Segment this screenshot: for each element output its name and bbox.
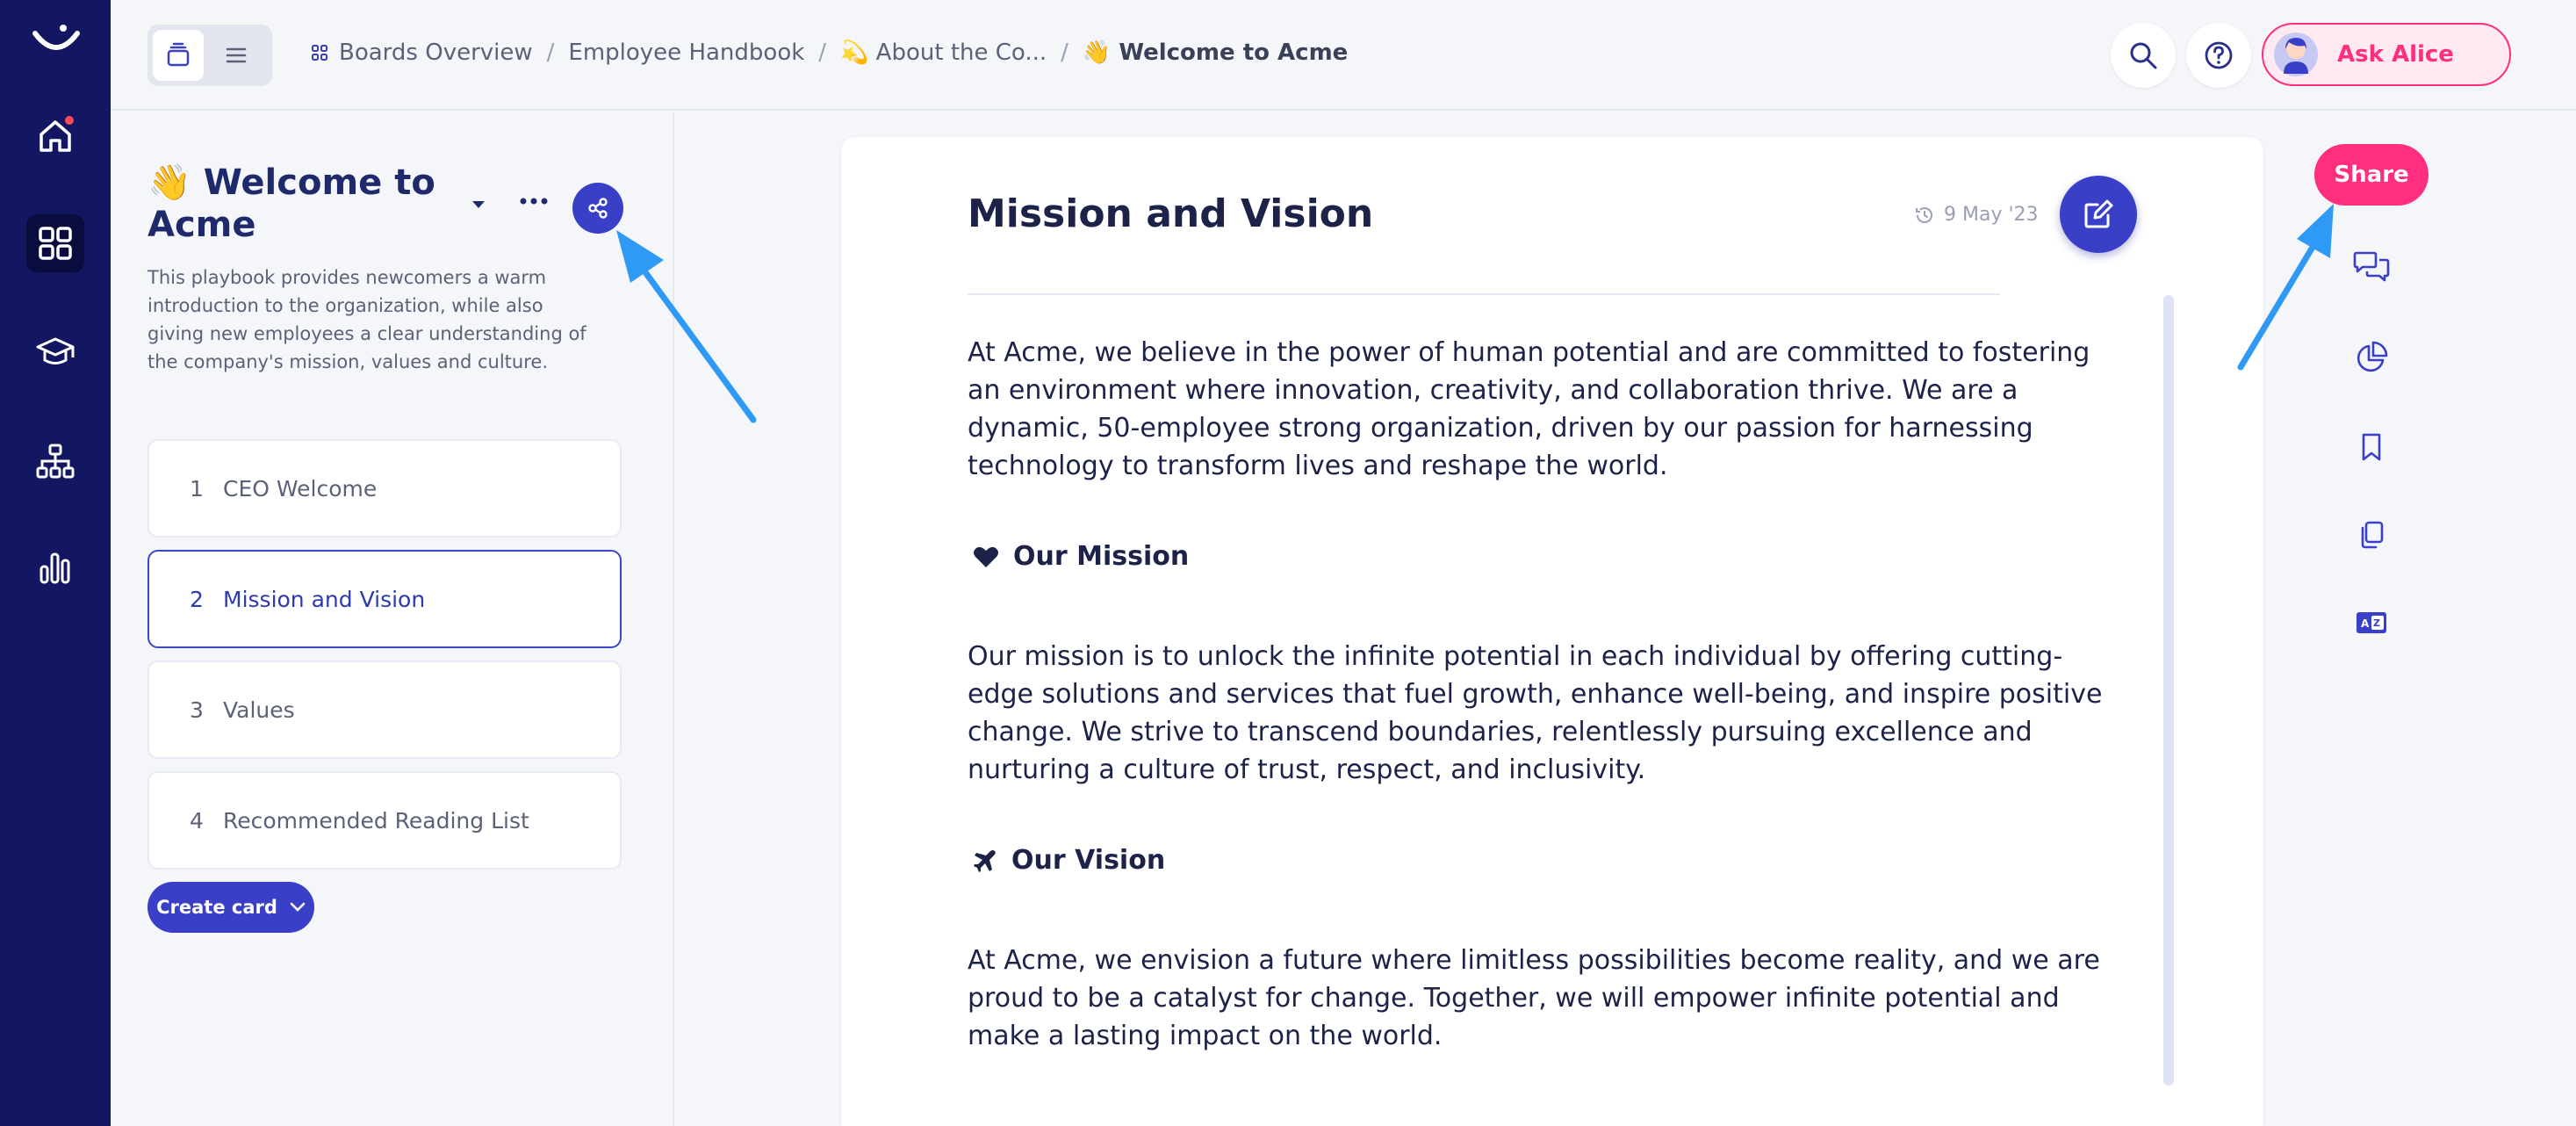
card-number: 3 bbox=[190, 697, 204, 723]
create-card-label: Create card bbox=[156, 897, 277, 918]
share-button[interactable]: Share bbox=[2314, 144, 2428, 206]
home-icon[interactable] bbox=[26, 107, 84, 165]
playbook-description: This playbook provides newcomers a warm … bbox=[148, 267, 586, 372]
top-bar: Boards Overview / Employee Handbook / 💫 … bbox=[111, 0, 2576, 111]
create-card-button[interactable]: Create card bbox=[148, 882, 314, 933]
pie-chart-icon[interactable] bbox=[2349, 336, 2393, 379]
mission-heading-label: Our Mission bbox=[1013, 541, 1190, 572]
vision-heading: Our Vision bbox=[973, 845, 1165, 876]
graduation-cap-icon[interactable] bbox=[26, 323, 84, 381]
breadcrumb-separator: / bbox=[818, 40, 827, 66]
bookmark-icon[interactable] bbox=[2349, 425, 2393, 469]
playbook-title: 👋 Welcome to Acme bbox=[148, 162, 435, 245]
share-icon[interactable] bbox=[572, 183, 623, 234]
scrollbar[interactable] bbox=[2163, 295, 2174, 1086]
plane-icon bbox=[974, 849, 996, 872]
chevron-down-icon[interactable] bbox=[465, 191, 492, 218]
playbook-sidebar: 👋 Welcome to Acme This playbook provides… bbox=[111, 112, 674, 1126]
card-item-mission-and-vision[interactable]: 2 Mission and Vision bbox=[148, 550, 622, 648]
breadcrumb-current: 👋 Welcome to Acme bbox=[1082, 40, 1349, 66]
breadcrumb-boards[interactable]: Boards Overview bbox=[311, 40, 533, 66]
card-item-values[interactable]: 3 Values bbox=[148, 660, 622, 759]
search-icon[interactable] bbox=[2111, 23, 2176, 88]
app-rail bbox=[0, 0, 111, 1126]
card-item-ceo-welcome[interactable]: 1 CEO Welcome bbox=[148, 439, 622, 538]
breadcrumb-separator: / bbox=[1061, 40, 1069, 66]
card-number: 2 bbox=[190, 586, 204, 612]
logo-icon[interactable] bbox=[32, 21, 81, 63]
card-item-recommended-reading[interactable]: 4 Recommended Reading List bbox=[148, 771, 622, 870]
help-icon[interactable] bbox=[2186, 23, 2251, 88]
document-date: 9 May '23 bbox=[1914, 204, 2039, 226]
breadcrumb-about[interactable]: 💫 About the Co... bbox=[840, 40, 1047, 66]
card-number: 4 bbox=[190, 807, 204, 834]
ask-alice-label: Ask Alice bbox=[2337, 41, 2454, 68]
history-icon bbox=[1916, 206, 1932, 223]
document-title: Mission and Vision bbox=[968, 191, 1374, 236]
view-toggle bbox=[148, 25, 272, 86]
avatar bbox=[2274, 32, 2318, 76]
bar-chart-icon[interactable] bbox=[26, 539, 84, 597]
mission-heading: Our Mission bbox=[973, 541, 1189, 572]
breadcrumb: Boards Overview / Employee Handbook / 💫 … bbox=[311, 35, 1348, 70]
edit-icon[interactable] bbox=[2060, 176, 2137, 253]
comments-icon[interactable] bbox=[2349, 246, 2393, 290]
grid-icon[interactable] bbox=[26, 214, 84, 272]
list-view-icon[interactable] bbox=[211, 30, 262, 81]
ask-alice-button[interactable]: Ask Alice bbox=[2262, 23, 2511, 86]
breadcrumb-handbook[interactable]: Employee Handbook bbox=[568, 40, 804, 66]
divider bbox=[968, 293, 2000, 295]
org-chart-icon[interactable] bbox=[26, 432, 84, 490]
card-label: CEO Welcome bbox=[223, 475, 378, 502]
svg-text:A: A bbox=[2361, 617, 2370, 630]
card-label: Recommended Reading List bbox=[223, 807, 529, 834]
vision-text: At Acme, we envision a future where limi… bbox=[968, 945, 2100, 1051]
card-number: 1 bbox=[190, 475, 204, 502]
card-view-icon[interactable] bbox=[153, 30, 204, 81]
boards-icon bbox=[312, 45, 327, 61]
heart-icon bbox=[974, 546, 998, 567]
card-label: Mission and Vision bbox=[223, 586, 426, 612]
svg-text:Z: Z bbox=[2373, 617, 2380, 629]
translate-icon[interactable]: AZ bbox=[2349, 601, 2393, 645]
copy-icon[interactable] bbox=[2349, 513, 2393, 557]
document-date-label: 9 May '23 bbox=[1944, 204, 2039, 226]
document-intro: At Acme, we believe in the power of huma… bbox=[968, 337, 2090, 481]
vision-heading-label: Our Vision bbox=[1011, 845, 1166, 876]
breadcrumb-boards-label: Boards Overview bbox=[339, 40, 533, 66]
breadcrumb-separator: / bbox=[546, 40, 555, 66]
mission-text: Our mission is to unlock the infinite po… bbox=[968, 641, 2103, 785]
card-label: Values bbox=[223, 697, 295, 723]
more-options-icon[interactable] bbox=[516, 188, 551, 214]
chevron-down-icon bbox=[290, 902, 306, 912]
document-card: Mission and Vision 9 May '23 At Acme, we… bbox=[841, 137, 2263, 1126]
notification-dot bbox=[65, 116, 74, 125]
